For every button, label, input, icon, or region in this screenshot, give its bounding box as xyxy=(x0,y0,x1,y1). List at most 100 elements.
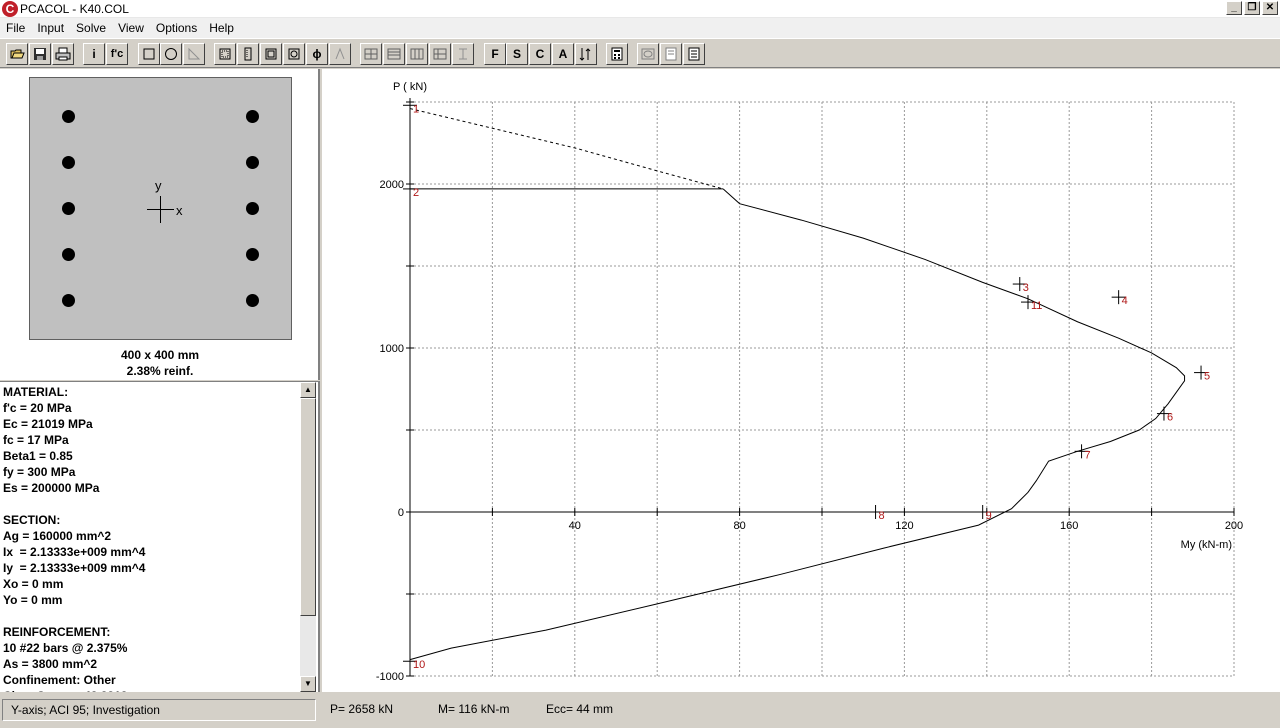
load-point-label: 1 xyxy=(413,103,419,115)
diagram-3d-icon[interactable] xyxy=(637,43,659,65)
properties-panel: MATERIAL: f'c = 20 MPa Ec = 21019 MPa fc = … xyxy=(0,381,320,692)
axial-loads-button[interactable]: A xyxy=(552,43,574,65)
service-loads-button[interactable]: S xyxy=(506,43,528,65)
load-point-label: 10 xyxy=(413,659,425,671)
section-y-axis-label: y xyxy=(155,178,162,193)
property-line xyxy=(3,608,303,624)
view-results-icon[interactable] xyxy=(660,43,682,65)
section-view-pane: y x 400 x 400 mm 2.38% reinf. xyxy=(0,69,320,380)
rebar xyxy=(62,248,75,261)
window-title: PCACOL - K40.COL xyxy=(20,1,129,16)
menu-view[interactable]: View xyxy=(112,18,150,38)
load-table-icon[interactable] xyxy=(406,43,428,65)
property-line: REINFORCEMENT: xyxy=(3,625,111,639)
pcacol-window: C PCACOL - K40.COL _ ❐ ✕ File Input Solv… xyxy=(0,0,1280,728)
sway-icon[interactable] xyxy=(452,43,474,65)
solve-calculator-icon[interactable] xyxy=(606,43,628,65)
rebar xyxy=(246,110,259,123)
property-line: f'c = 20 MPa xyxy=(3,401,72,415)
menu-bar: File Input Solve View Options Help xyxy=(0,18,1280,38)
restore-button[interactable]: ❐ xyxy=(1244,1,1260,15)
column-section[interactable]: y x xyxy=(29,77,292,340)
interaction-curve xyxy=(409,108,724,190)
property-line: Beta1 = 0.85 xyxy=(3,449,73,463)
y-tick-label: 2000 xyxy=(380,179,404,191)
sort-loads-icon[interactable] xyxy=(575,43,597,65)
bars-all-sides-icon[interactable] xyxy=(214,43,236,65)
slenderness-icon[interactable] xyxy=(329,43,351,65)
y-tick-label: 1000 xyxy=(380,343,404,355)
menu-options[interactable]: Options xyxy=(150,18,203,38)
report-icon[interactable] xyxy=(683,43,705,65)
load-point-label: 5 xyxy=(1204,371,1210,383)
rebar xyxy=(246,294,259,307)
menu-input[interactable]: Input xyxy=(31,18,70,38)
app-logo-icon[interactable]: C xyxy=(2,0,18,17)
property-line: Ag = 160000 mm^2 xyxy=(3,529,112,543)
properties-text: MATERIAL: f'c = 20 MPa Ec = 21019 MPa fc = … xyxy=(3,384,303,692)
rebar xyxy=(62,110,75,123)
status-axial-load: P= 2658 kN xyxy=(330,702,394,716)
load-point-label: 9 xyxy=(986,510,992,522)
bars-equal-spacing-icon[interactable] xyxy=(260,43,282,65)
status-bar: Y-axis; ACI 95; Investigation P= 2658 kN… xyxy=(0,696,1280,728)
rectangle-section-icon[interactable] xyxy=(138,43,160,65)
load-point-label: 7 xyxy=(1085,449,1091,461)
window-controls: _ ❐ ✕ xyxy=(1226,1,1278,15)
interaction-diagram[interactable]: 40 80 120 160 200 2000 1000 0 -1000 P ( kN) My (kN… xyxy=(322,69,1280,692)
centroid-marker xyxy=(160,196,161,223)
rebar xyxy=(62,202,75,215)
x-axis-title: My (kN-m) xyxy=(1181,539,1232,551)
rebar xyxy=(246,202,259,215)
close-button[interactable]: ✕ xyxy=(1262,1,1278,15)
load-point-label: 2 xyxy=(413,187,419,199)
project-info-button[interactable]: i xyxy=(83,43,105,65)
property-line: Clear Cover = 48.8818 mm xyxy=(3,688,303,692)
factored-loads-button[interactable]: F xyxy=(484,43,506,65)
menu-help[interactable]: Help xyxy=(203,18,240,38)
print-icon[interactable] xyxy=(52,43,74,65)
load-point-label: 11 xyxy=(1031,300,1042,312)
toolbar: i f'c ϕ F S C A xyxy=(0,38,1280,68)
property-line: Confinement: Other xyxy=(3,673,116,687)
bars-circular-icon[interactable] xyxy=(283,43,305,65)
strength-reduction-button[interactable]: ϕ xyxy=(306,43,328,65)
section-dimensions: 400 x 400 mm xyxy=(120,348,200,362)
title-bar: C PCACOL - K40.COL _ ❐ ✕ xyxy=(0,0,1280,18)
property-line: SECTION: xyxy=(3,513,61,527)
reinforcement-ratio: 2.38% reinf. xyxy=(126,364,194,378)
irregular-section-icon[interactable] xyxy=(183,43,205,65)
control-points-button[interactable]: C xyxy=(529,43,551,65)
minimize-button[interactable]: _ xyxy=(1226,1,1242,15)
menu-file[interactable]: File xyxy=(0,18,31,38)
reinforcement-table-icon[interactable] xyxy=(383,43,405,65)
x-tick-label: 80 xyxy=(733,520,745,532)
bars-two-sides-icon[interactable] xyxy=(237,43,259,65)
load-point-label: 8 xyxy=(879,510,885,522)
x-tick-label: 40 xyxy=(569,520,581,532)
status-mode: Y-axis; ACI 95; Investigation xyxy=(2,699,316,721)
status-moment: M= 116 kN-m xyxy=(438,702,510,716)
y-tick-label: 0 xyxy=(398,507,404,519)
open-file-icon[interactable] xyxy=(6,43,28,65)
property-line: 10 #22 bars @ 2.375% xyxy=(3,641,128,655)
status-eccentricity: Ecc= 44 mm xyxy=(546,702,614,716)
design-criteria-icon[interactable] xyxy=(360,43,382,65)
rebar xyxy=(62,156,75,169)
property-line: fy = 300 MPa xyxy=(3,465,76,479)
menu-solve[interactable]: Solve xyxy=(70,18,112,38)
scroll-thumb[interactable] xyxy=(300,398,316,616)
save-file-icon[interactable] xyxy=(29,43,51,65)
load-point-label: 6 xyxy=(1167,412,1173,424)
material-properties-button[interactable]: f'c xyxy=(106,43,128,65)
scroll-down-icon[interactable]: ▼ xyxy=(300,676,316,692)
properties-scrollbar[interactable]: ▲ ▼ xyxy=(300,382,316,692)
load-point-label: 4 xyxy=(1122,295,1128,307)
biaxial-table-icon[interactable] xyxy=(429,43,451,65)
x-tick-label: 120 xyxy=(895,520,913,532)
interaction-curve xyxy=(409,188,1186,661)
scroll-up-icon[interactable]: ▲ xyxy=(300,382,316,398)
rebar xyxy=(246,248,259,261)
property-line: Ix = 2.13333e+009 mm^4 xyxy=(3,545,146,559)
circle-section-icon[interactable] xyxy=(160,43,182,65)
